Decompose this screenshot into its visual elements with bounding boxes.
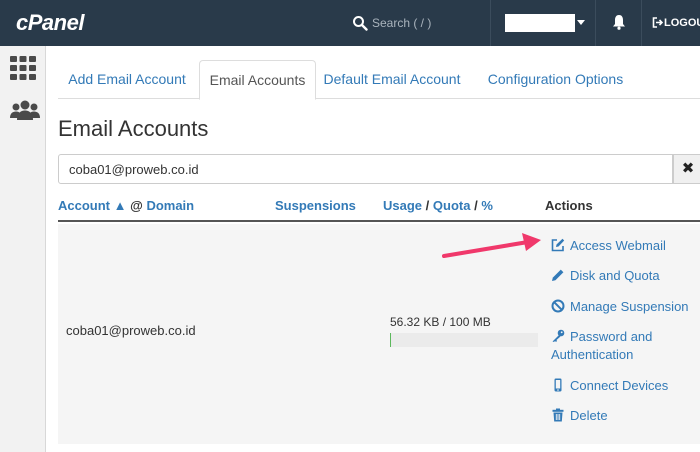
user-menu[interactable] [490, 0, 594, 46]
separator: / [425, 198, 430, 213]
usage-progress-bar [390, 333, 538, 347]
action-label: Connect Devices [570, 378, 669, 393]
sort-account-link[interactable]: Account [58, 198, 110, 213]
sidebar-item-tools[interactable] [0, 46, 46, 90]
account-filter-input[interactable] [58, 154, 673, 184]
separator: / [474, 198, 478, 213]
cpanel-logo[interactable]: cPanel [16, 10, 84, 36]
search-icon [353, 16, 368, 31]
bell-icon [613, 15, 625, 30]
at-sign: @ [130, 198, 143, 213]
username-redacted [505, 14, 575, 32]
tab-configuration-options[interactable]: Configuration Options [478, 60, 633, 99]
notifications-button[interactable] [595, 0, 641, 46]
sort-percent-link[interactable]: % [481, 198, 493, 213]
caret-down-icon [577, 20, 585, 25]
key-icon [552, 329, 565, 342]
connect-devices-link[interactable]: Connect Devices [551, 377, 668, 395]
top-navbar: cPanel LOGOU [0, 0, 700, 46]
logout-icon [652, 17, 663, 28]
tab-default-email-account[interactable]: Default Email Account [318, 60, 466, 99]
action-label: Delete [570, 408, 608, 423]
users-icon [10, 100, 40, 120]
tab-bar: Add Email Account Email Accounts Default… [58, 60, 700, 100]
sort-domain-link[interactable]: Domain [146, 198, 194, 213]
table-header: Account ▲ @ Domain Suspensions Usage / Q… [58, 192, 700, 222]
action-label: Password and Authentication [551, 329, 653, 362]
column-account-domain[interactable]: Account ▲ @ Domain [58, 198, 194, 213]
external-edit-icon [551, 238, 565, 252]
password-authentication-link[interactable]: Password and Authentication [551, 328, 691, 364]
manage-suspension-link[interactable]: Manage Suspension [551, 298, 689, 316]
delete-link[interactable]: Delete [551, 407, 608, 425]
pencil-icon [552, 269, 564, 281]
logout-button[interactable]: LOGOU [641, 0, 700, 46]
disk-and-quota-link[interactable]: Disk and Quota [551, 267, 660, 285]
action-label: Manage Suspension [570, 299, 689, 314]
search-input[interactable] [372, 14, 482, 32]
search-box[interactable] [336, 0, 488, 46]
sort-quota-link[interactable]: Quota [433, 198, 471, 213]
tab-email-accounts[interactable]: Email Accounts [199, 60, 316, 100]
column-usage-quota: Usage / Quota / % [383, 198, 493, 213]
page-title: Email Accounts [58, 116, 209, 141]
annotation-arrow [442, 233, 541, 258]
account-address: coba01@proweb.co.id [66, 323, 196, 338]
clear-filter-button[interactable]: ✖ [673, 154, 700, 184]
grid-icon [10, 56, 36, 80]
tab-add-email-account[interactable]: Add Email Account [58, 60, 196, 99]
column-actions: Actions [545, 198, 593, 213]
sort-usage-link[interactable]: Usage [383, 198, 422, 213]
mobile-icon [554, 378, 562, 392]
action-label: Access Webmail [570, 238, 666, 253]
column-suspensions[interactable]: Suspensions [275, 198, 356, 213]
trash-icon [552, 408, 564, 422]
access-webmail-link[interactable]: Access Webmail [551, 237, 666, 255]
sidebar [0, 46, 46, 452]
logout-label: LOGOU [664, 17, 700, 29]
action-label: Disk and Quota [570, 268, 660, 283]
table-row: coba01@proweb.co.id 56.32 KB / 100 MB Ac… [58, 224, 700, 444]
sort-ascending-icon: ▲ [113, 198, 127, 213]
sidebar-item-users[interactable] [0, 90, 46, 134]
usage-text: 56.32 KB / 100 MB [390, 315, 491, 329]
ban-icon [551, 299, 565, 313]
